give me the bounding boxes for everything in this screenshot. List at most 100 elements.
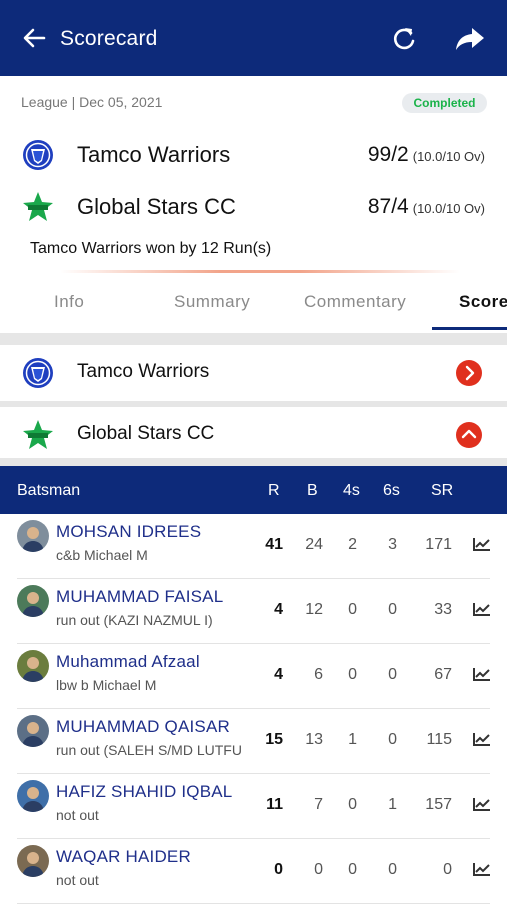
runs-value: 0 bbox=[274, 861, 283, 878]
team-score: 99/2 (10.0/10 Ov) bbox=[368, 143, 485, 167]
runs-value: 4 bbox=[274, 601, 283, 618]
player-name[interactable]: HAFIZ SHAHID IQBAL bbox=[56, 782, 232, 802]
overs-value: (10.0/10 Ov) bbox=[412, 149, 485, 164]
innings-row-tamco-warriors[interactable]: Tamco Warriors bbox=[0, 345, 507, 401]
sixes-value: 0 bbox=[388, 601, 397, 618]
strike-rate-value: 67 bbox=[434, 666, 452, 683]
table-row[interactable]: MOHSAN IDREES c&b Michael M 41 24 2 3 171 bbox=[0, 514, 507, 579]
table-row[interactable]: WAQAR HAIDER not out 0 0 0 0 0 bbox=[0, 839, 507, 904]
player-avatar bbox=[17, 715, 49, 747]
tab-bar: Info Summary Commentary Score bbox=[0, 275, 507, 333]
graph-icon[interactable] bbox=[472, 861, 492, 877]
col-balls: B bbox=[307, 482, 318, 499]
graph-icon[interactable] bbox=[472, 601, 492, 617]
player-name[interactable]: Muhammad Afzaal bbox=[56, 652, 200, 672]
strike-rate-value: 0 bbox=[443, 861, 452, 878]
innings-team-name: Global Stars CC bbox=[77, 423, 215, 444]
dismissal-info: not out bbox=[56, 807, 99, 823]
tab-info[interactable]: Info bbox=[54, 292, 84, 312]
score-value: 99/2 bbox=[367, 143, 409, 166]
section-separator bbox=[0, 333, 507, 345]
fours-value: 0 bbox=[348, 861, 357, 878]
col-fours: 4s bbox=[343, 482, 360, 499]
tamco-warriors-logo bbox=[23, 140, 53, 170]
player-avatar bbox=[17, 650, 49, 682]
table-row[interactable]: Muhammad Afzaal lbw b Michael M 4 6 0 0 67 bbox=[0, 644, 507, 709]
strike-rate-value: 33 bbox=[434, 601, 452, 618]
status-badge: Completed bbox=[402, 93, 487, 113]
table-row[interactable]: HAFIZ SHAHID IQBAL not out 11 7 0 1 157 bbox=[0, 774, 507, 839]
divider bbox=[60, 270, 460, 273]
balls-value: 24 bbox=[305, 536, 323, 553]
player-avatar bbox=[17, 585, 49, 617]
tab-summary[interactable]: Summary bbox=[174, 292, 250, 312]
player-avatar bbox=[17, 845, 49, 877]
player-name[interactable]: MUHAMMAD FAISAL bbox=[56, 587, 223, 607]
global-stars-logo bbox=[23, 192, 53, 221]
innings-team-name: Tamco Warriors bbox=[77, 361, 210, 382]
balls-value: 13 bbox=[305, 731, 323, 748]
overs-value: (10.0/10 Ov) bbox=[412, 201, 485, 216]
refresh-icon[interactable] bbox=[390, 24, 418, 54]
app-bar: Scorecard bbox=[0, 0, 507, 76]
runs-value: 15 bbox=[265, 731, 283, 748]
player-name[interactable]: MOHSAN IDREES bbox=[56, 522, 201, 542]
score-value: 87/4 bbox=[367, 195, 409, 218]
graph-icon[interactable] bbox=[472, 536, 492, 552]
player-name[interactable]: WAQAR HAIDER bbox=[56, 847, 191, 867]
match-meta: League | Dec 05, 2021 bbox=[21, 94, 163, 110]
innings-row-global-stars[interactable]: Global Stars CC bbox=[0, 407, 507, 463]
dismissal-info: run out (SALEH S/MD LUTFU bbox=[56, 742, 242, 758]
balls-value: 0 bbox=[314, 861, 323, 878]
chevron-up-icon[interactable] bbox=[456, 422, 482, 448]
player-name[interactable]: MUHAMMAD QAISAR bbox=[56, 717, 230, 737]
dismissal-info: lbw b Michael M bbox=[56, 677, 157, 693]
player-avatar bbox=[17, 520, 49, 552]
team-name: Global Stars CC bbox=[77, 194, 236, 219]
table-row[interactable]: MUHAMMAD QAISAR run out (SALEH S/MD LUTFU… bbox=[0, 709, 507, 774]
page-title: Scorecard bbox=[60, 27, 158, 50]
graph-icon[interactable] bbox=[472, 731, 492, 747]
chevron-right-icon[interactable] bbox=[456, 360, 482, 386]
fours-value: 0 bbox=[348, 666, 357, 683]
col-runs: R bbox=[268, 482, 280, 499]
tab-commentary[interactable]: Commentary bbox=[304, 292, 406, 312]
col-sixes: 6s bbox=[383, 482, 400, 499]
match-result: Tamco Warriors won by 12 Run(s) bbox=[30, 240, 272, 257]
share-icon[interactable] bbox=[454, 24, 486, 54]
table-row[interactable]: MUHAMMAD FAISAL run out (KAZI NAZMUL I) 4 1… bbox=[0, 579, 507, 644]
runs-value: 41 bbox=[265, 536, 283, 553]
balls-value: 7 bbox=[314, 796, 323, 813]
fours-value: 1 bbox=[348, 731, 357, 748]
col-strike-rate: SR bbox=[431, 482, 454, 499]
tamco-warriors-logo bbox=[23, 358, 53, 388]
team-name: Tamco Warriors bbox=[77, 142, 231, 167]
graph-icon[interactable] bbox=[472, 666, 492, 682]
sixes-value: 0 bbox=[388, 731, 397, 748]
balls-value: 6 bbox=[314, 666, 323, 683]
section-separator bbox=[0, 458, 507, 466]
global-stars-logo bbox=[23, 420, 53, 449]
fours-value: 0 bbox=[348, 796, 357, 813]
active-tab-indicator bbox=[432, 327, 507, 330]
runs-value: 11 bbox=[266, 796, 283, 813]
sixes-value: 1 bbox=[388, 796, 397, 813]
graph-icon[interactable] bbox=[472, 796, 492, 812]
strike-rate-value: 157 bbox=[425, 796, 452, 813]
team-row-tamco-warriors: Tamco Warriors 99/2 (10.0/10 Ov) bbox=[0, 135, 507, 175]
tab-score[interactable]: Score bbox=[459, 292, 507, 312]
back-arrow-icon[interactable] bbox=[20, 24, 48, 52]
batting-table-header: Batsman R B 4s 6s SR bbox=[0, 466, 507, 514]
balls-value: 12 bbox=[305, 601, 323, 618]
strike-rate-value: 171 bbox=[425, 536, 452, 553]
dismissal-info: c&b Michael M bbox=[56, 547, 148, 563]
sixes-value: 0 bbox=[388, 861, 397, 878]
sixes-value: 0 bbox=[388, 666, 397, 683]
fours-value: 0 bbox=[348, 601, 357, 618]
col-batsman: Batsman bbox=[17, 482, 81, 499]
player-avatar bbox=[17, 780, 49, 812]
sixes-value: 3 bbox=[388, 536, 397, 553]
dismissal-info: not out bbox=[56, 872, 99, 888]
fours-value: 2 bbox=[348, 536, 357, 553]
dismissal-info: run out (KAZI NAZMUL I) bbox=[56, 612, 213, 628]
